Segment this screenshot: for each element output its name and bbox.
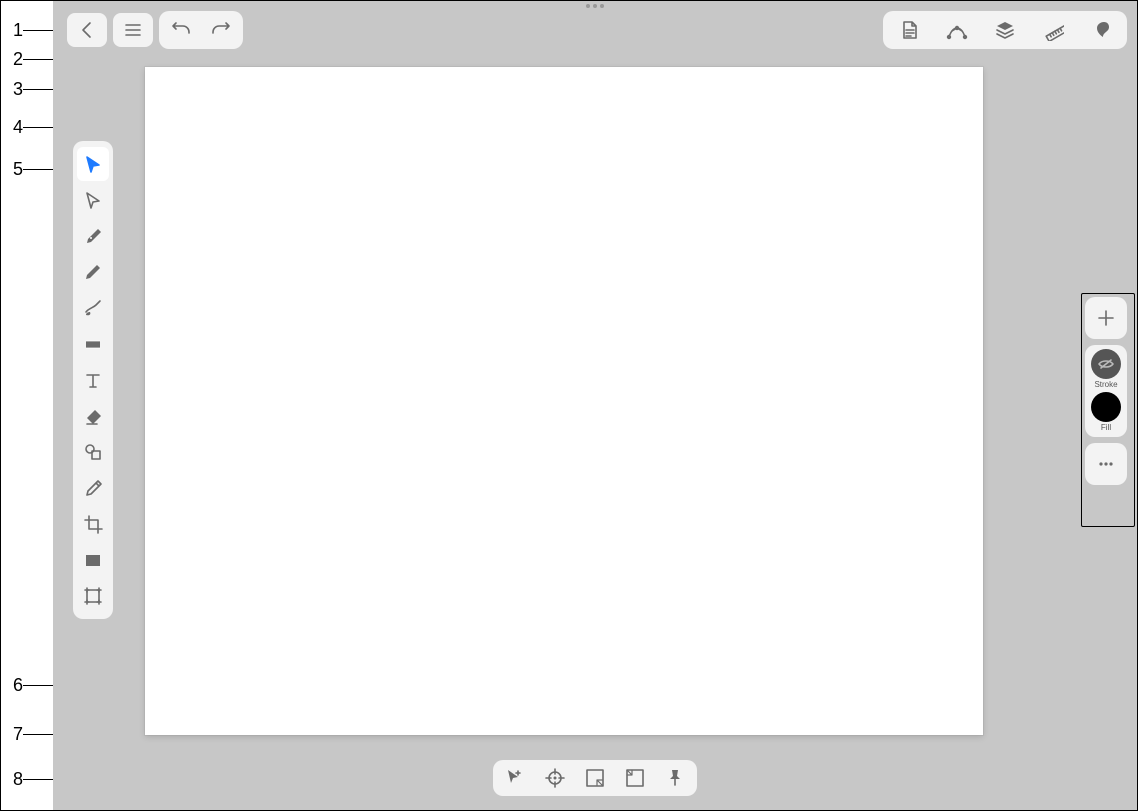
tool-transform[interactable] [77,435,109,469]
stroke-fill-stack: Stroke Fill [1085,345,1127,437]
path-button[interactable] [933,13,981,47]
more-icon [1096,454,1116,474]
eraser-icon [83,406,103,426]
tool-select[interactable] [77,147,109,181]
callout-4: 4 [1,117,23,138]
style-more-button[interactable] [1085,443,1127,485]
tool-eyedropper[interactable] [77,471,109,505]
tool-rectangle[interactable] [77,543,109,577]
hollow-arrow-icon [83,190,103,210]
cursor-plus-icon [504,767,526,789]
pen-nib-icon [83,226,103,246]
transform-icon [83,442,103,462]
undo-icon [170,19,192,41]
callout-5: 5 [1,159,23,180]
hamburger-icon [122,19,144,41]
app-surface: Stroke Fill [53,1,1137,810]
stroke-label: Stroke [1094,380,1117,389]
callout-8: 8 [1,769,23,790]
top-right-controls [883,11,1127,49]
window-grip[interactable] [586,4,604,8]
no-stroke-icon [1096,354,1116,374]
callout-1: 1 [1,20,23,41]
ctx-edit-select[interactable] [495,762,535,794]
tool-artboard[interactable] [77,579,109,613]
redo-button[interactable] [201,13,241,47]
tool-brush[interactable] [77,291,109,325]
tool-crop[interactable] [77,507,109,541]
brush-panel-button[interactable] [1077,13,1125,47]
layers-icon [994,19,1016,41]
context-bar [493,760,697,796]
undo-button[interactable] [161,13,201,47]
tool-palette [73,141,113,619]
brush-stroke-icon [83,298,103,318]
figure-frame: 1 2 3 4 5 6 7 8 [0,0,1138,811]
ruler-icon [1042,19,1064,41]
pencil-icon [83,262,103,282]
artboard-icon [83,586,103,606]
text-icon [83,370,103,390]
ruler-button[interactable] [1029,13,1077,47]
ctx-precision[interactable] [535,762,575,794]
back-button[interactable] [67,13,107,47]
undo-redo-group [159,11,243,49]
chevron-left-icon [76,19,98,41]
fit-screen-icon [584,767,606,789]
tool-pencil[interactable] [77,255,109,289]
shape-tool-icon [83,334,103,354]
redo-icon [210,19,232,41]
style-panel: Stroke Fill [1083,297,1129,485]
plus-icon [1096,308,1116,328]
tool-eraser[interactable] [77,399,109,433]
path-icon [946,19,968,41]
tool-text[interactable] [77,363,109,397]
document-button[interactable] [885,13,933,47]
stroke-swatch[interactable] [1091,349,1121,379]
actual-size-icon [624,767,646,789]
arrow-cursor-icon [83,154,103,174]
pin-icon [664,767,686,789]
eyedropper-icon [83,478,103,498]
callout-gutter: 1 2 3 4 5 6 7 8 [1,1,41,810]
target-icon [544,767,566,789]
crop-icon [83,514,103,534]
tool-pen[interactable] [77,219,109,253]
callout-6: 6 [1,675,23,696]
layers-button[interactable] [981,13,1029,47]
rect-icon [83,550,103,570]
fill-label: Fill [1101,423,1111,432]
ctx-pin[interactable] [655,762,695,794]
ctx-actual-size[interactable] [615,762,655,794]
menu-button[interactable] [113,13,153,47]
callout-7: 7 [1,724,23,745]
callout-2: 2 [1,49,23,70]
brush-panel-icon [1090,19,1112,41]
fill-swatch[interactable] [1091,392,1121,422]
document-icon [898,19,920,41]
top-left-controls [67,11,243,49]
ctx-fit-screen[interactable] [575,762,615,794]
tool-direct-select[interactable] [77,183,109,217]
canvas[interactable] [145,67,983,735]
callout-3: 3 [1,79,23,100]
add-style-button[interactable] [1085,297,1127,339]
tool-shape[interactable] [77,327,109,361]
